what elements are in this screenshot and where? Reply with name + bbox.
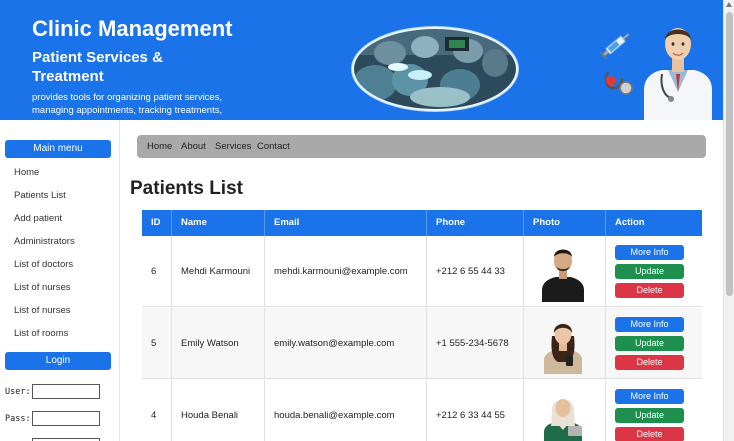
update-button[interactable]: Update (615, 264, 684, 279)
patient-photo (544, 399, 582, 441)
sidebar-item-administrators[interactable]: Administrators (14, 236, 75, 247)
cell-email: mehdi.karmouni@example.com (265, 236, 427, 307)
nav-services[interactable]: Services (215, 141, 251, 152)
col-header-phone: Phone (427, 210, 524, 236)
site-description: provides tools for organizing patient se… (32, 92, 223, 116)
more-info-button[interactable]: More Info (615, 389, 684, 404)
site-title: Clinic Management (32, 16, 233, 41)
cell-name: Mehdi Karmouni (172, 236, 265, 307)
cell-phone: +1 555-234-5678 (427, 308, 524, 379)
user-input[interactable] (32, 384, 100, 399)
cell-actions: More Info Update Delete (606, 380, 702, 441)
cell-actions: More Info Update Delete (606, 236, 702, 307)
sidebar-item-home[interactable]: Home (14, 167, 39, 178)
nav-contact[interactable]: Contact (257, 141, 290, 152)
syringe-icon (599, 33, 630, 60)
nav-home[interactable]: Home (147, 141, 172, 152)
table-row: 5 Emily Watson emily.watson@example.com … (142, 308, 702, 379)
cell-photo (524, 236, 606, 307)
scroll-up-arrow-icon[interactable] (726, 2, 732, 7)
col-header-action: Action (615, 217, 645, 228)
cell-phone: +212 6 55 44 33 (427, 236, 524, 307)
cell-id: 5 (142, 308, 172, 379)
main-content: Home About Services Contact Patients Lis… (121, 120, 723, 441)
user-label: User: (5, 387, 31, 397)
cell-actions: More Info Update Delete (606, 308, 702, 379)
login-header: Login (5, 352, 111, 370)
more-info-button[interactable]: More Info (615, 317, 684, 332)
cell-name: Emily Watson (172, 308, 265, 379)
delete-button[interactable]: Delete (615, 427, 684, 441)
site-subtitle: Patient Services & Treatment (32, 49, 163, 85)
update-button[interactable]: Update (615, 408, 684, 423)
password-input[interactable] (32, 411, 100, 426)
doctor-illustration (644, 28, 712, 120)
patient-photo (544, 323, 582, 374)
sidebar-item-list-of-doctors[interactable]: List of doctors (14, 259, 73, 270)
cell-email: emily.watson@example.com (265, 308, 427, 379)
cell-photo (524, 380, 606, 441)
more-info-button[interactable]: More Info (615, 245, 684, 260)
pass-label: Pass: (5, 414, 31, 424)
header-banner: Clinic Management Patient Services & Tre… (0, 0, 723, 120)
cell-email: houda.benali@example.com (265, 380, 427, 441)
patient-photo (542, 249, 584, 302)
sidebar-item-add-patient[interactable]: Add patient (14, 213, 62, 224)
surgery-team-image (351, 26, 519, 112)
cell-id: 4 (142, 380, 172, 441)
stethoscope-icon (604, 71, 633, 95)
sidebar-item-patients-list[interactable]: Patients List (14, 190, 66, 201)
sidebar: Main menu Home Patients List Add patient… (0, 120, 120, 441)
col-header-email: Email (265, 210, 427, 236)
sidebar-item-list-of-nurses[interactable]: List of nurses (14, 282, 71, 293)
sidebar-item-list-of-rooms[interactable]: List of rooms (14, 328, 68, 339)
update-button[interactable]: Update (615, 336, 684, 351)
top-navbar: Home About Services Contact (137, 135, 706, 158)
cell-name: Houda Benali (172, 380, 265, 441)
page-title: Patients List (130, 178, 243, 199)
cell-photo (524, 308, 606, 379)
table-row: 6 Mehdi Karmouni mehdi.karmouni@example.… (142, 236, 702, 307)
sidebar-item-list-of-nurses-2[interactable]: List of nurses (14, 305, 71, 316)
table-header: ID Name Email Phone Photo Action (142, 210, 702, 236)
vertical-scrollbar[interactable] (723, 0, 734, 441)
cell-id: 6 (142, 236, 172, 307)
nav-about[interactable]: About (181, 141, 206, 152)
page: Clinic Management Patient Services & Tre… (0, 0, 734, 441)
delete-button[interactable]: Delete (615, 283, 684, 298)
col-header-name: Name (172, 210, 265, 236)
main-menu-header: Main menu (5, 140, 111, 158)
delete-button[interactable]: Delete (615, 355, 684, 370)
table-row: 4 Houda Benali houda.benali@example.com … (142, 380, 702, 441)
scrollbar-thumb[interactable] (726, 12, 733, 296)
cell-phone: +212 6 33 44 55 (427, 380, 524, 441)
col-header-photo: Photo (524, 210, 606, 236)
col-header-id: ID (142, 210, 172, 236)
